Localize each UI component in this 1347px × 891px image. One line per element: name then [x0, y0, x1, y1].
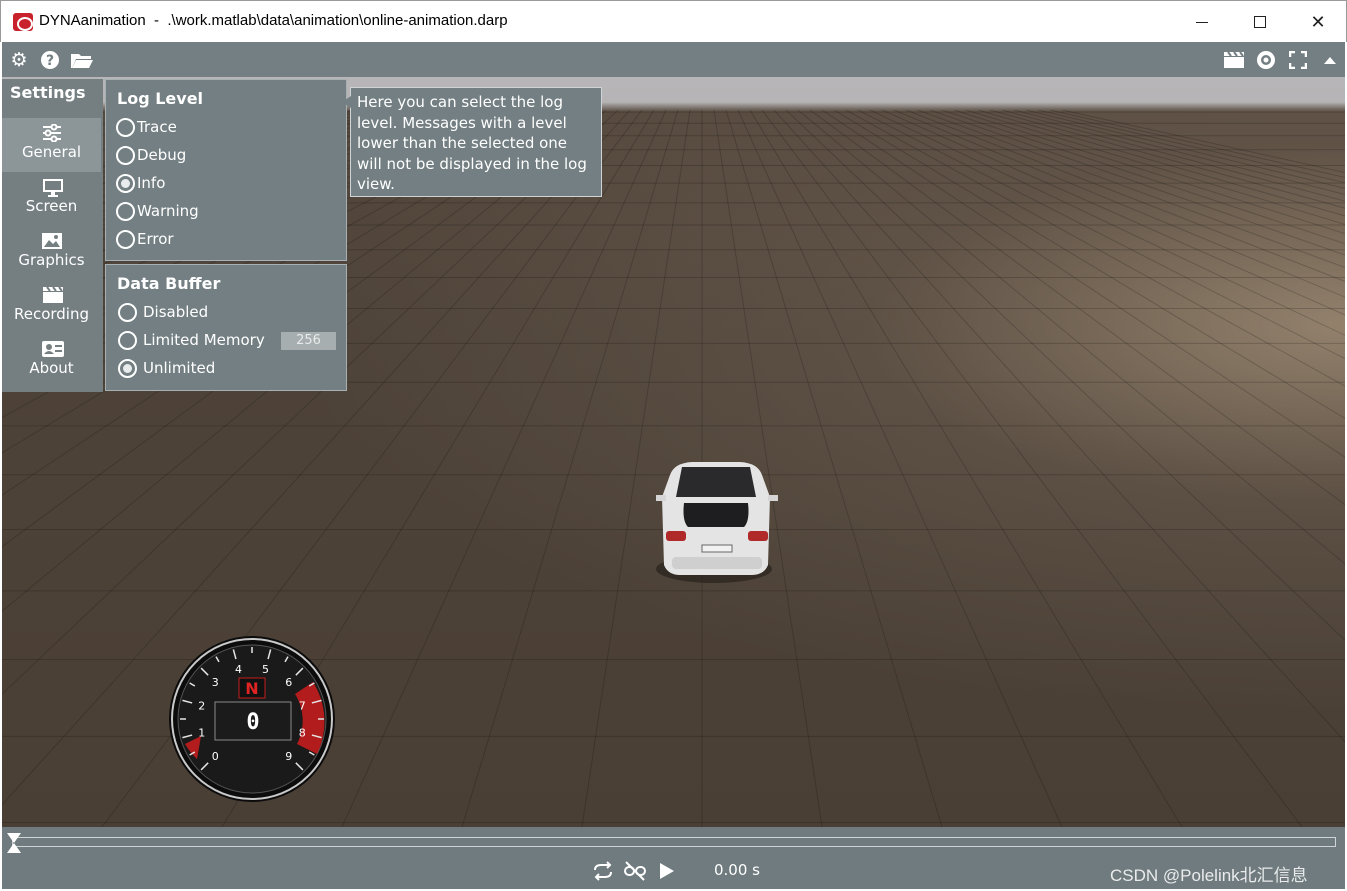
- radio-label: Warning: [137, 202, 199, 220]
- timeline-handle[interactable]: [6, 832, 22, 854]
- radio-label: Disabled: [143, 303, 209, 321]
- help-icon[interactable]: ?: [38, 48, 62, 72]
- radio-log-debug[interactable]: Debug: [116, 144, 186, 166]
- radio-button[interactable]: [116, 201, 135, 221]
- gauge-tick-label: 3: [212, 676, 219, 689]
- gear-indicator: N: [245, 679, 258, 698]
- window-titlebar: DYNAanimation - .\work.matlab\data\anima…: [0, 0, 1347, 42]
- radio-label: Debug: [137, 146, 187, 164]
- unlink-icon[interactable]: [622, 860, 648, 882]
- radio-log-warning[interactable]: Warning: [116, 200, 199, 222]
- radio-button[interactable]: [116, 145, 135, 165]
- time-readout: 0.00 s: [714, 861, 760, 879]
- id-card-icon: [41, 340, 64, 358]
- vehicle-model: [656, 462, 778, 583]
- gauge-tick-label: 0: [212, 750, 219, 763]
- clapperboard-icon[interactable]: [1222, 48, 1246, 72]
- radio-buffer-limited[interactable]: Limited Memory: [118, 329, 265, 351]
- radio-buffer-unlimited[interactable]: Unlimited: [118, 357, 215, 379]
- window-title: DYNAanimation - .\work.matlab\data\anima…: [39, 12, 508, 29]
- gauge-tick-label: 7: [299, 700, 306, 713]
- fullscreen-icon[interactable]: [1286, 48, 1310, 72]
- radio-log-info[interactable]: Info: [116, 172, 165, 194]
- app-logo-icon: [13, 13, 33, 31]
- radio-button[interactable]: [116, 229, 135, 249]
- radio-label: Error: [137, 230, 174, 248]
- radio-buffer-disabled[interactable]: Disabled: [118, 301, 208, 323]
- nav-item-general[interactable]: General: [2, 118, 101, 172]
- timeline-slider[interactable]: [12, 837, 1336, 847]
- radio-button[interactable]: [118, 302, 137, 322]
- nav-label-graphics: Graphics: [18, 251, 85, 269]
- settings-title: Settings: [2, 79, 103, 114]
- radio-button[interactable]: [116, 117, 135, 137]
- maximize-button[interactable]: [1231, 1, 1289, 43]
- monitor-icon: [42, 178, 63, 197]
- nav-label-general: General: [21, 143, 82, 161]
- rpm-gauge: 01234 56789 N 0: [169, 636, 335, 802]
- minimize-button[interactable]: [1173, 1, 1231, 43]
- clapperboard-icon: [42, 286, 63, 304]
- gauge-tick-label: 6: [285, 676, 292, 689]
- radio-label: Limited Memory: [143, 331, 265, 349]
- radio-label: Trace: [137, 118, 177, 136]
- data-buffer-panel: Data Buffer Disabled Limited Memory 256 …: [105, 264, 347, 391]
- gauge-tick-label: 9: [285, 750, 292, 763]
- nav-label-about: About: [29, 359, 74, 377]
- nav-item-screen[interactable]: Screen: [2, 172, 101, 226]
- folder-open-icon[interactable]: [70, 48, 94, 72]
- radio-label: Unlimited: [143, 359, 216, 377]
- animation-viewport[interactable]: ⚙ ? Settings General Screen Graphics Rec…: [2, 42, 1345, 827]
- nav-item-about[interactable]: About: [2, 334, 101, 388]
- log-level-title: Log Level: [117, 89, 204, 108]
- gauge-tick-label: 2: [198, 700, 205, 713]
- gear-icon[interactable]: ⚙: [7, 48, 31, 72]
- radio-button-checked[interactable]: [118, 358, 137, 378]
- radio-log-trace[interactable]: Trace: [116, 116, 177, 138]
- svg-text:?: ?: [46, 53, 54, 69]
- close-button[interactable]: ✕: [1289, 1, 1347, 43]
- nav-label-recording: Recording: [13, 305, 90, 323]
- nav-label-screen: Screen: [25, 197, 78, 215]
- loop-icon[interactable]: [590, 860, 616, 882]
- speed-display: 0: [246, 710, 259, 735]
- playback-bar: 0.00 s CSDN @Polelink北汇信息: [2, 827, 1345, 889]
- limited-memory-input[interactable]: 256: [281, 332, 336, 350]
- log-level-tooltip: Here you can select the log level. Messa…: [342, 87, 602, 197]
- radio-button-checked[interactable]: [116, 173, 135, 193]
- sliders-icon: [42, 123, 62, 143]
- radio-button[interactable]: [118, 330, 137, 350]
- top-toolbar: ⚙ ?: [2, 42, 1345, 77]
- radio-label: Info: [137, 174, 166, 192]
- play-icon[interactable]: [654, 860, 680, 882]
- nav-item-graphics[interactable]: Graphics: [2, 226, 101, 280]
- eye-icon[interactable]: [1254, 48, 1278, 72]
- data-buffer-title: Data Buffer: [117, 274, 221, 293]
- gauge-tick-label: 1: [198, 726, 205, 739]
- gauge-tick-label: 5: [262, 663, 269, 676]
- log-level-panel: Log Level Trace Debug Info Warning Error: [105, 79, 347, 261]
- image-icon: [41, 232, 62, 250]
- nav-item-recording[interactable]: Recording: [2, 280, 101, 334]
- radio-log-error[interactable]: Error: [116, 228, 174, 250]
- watermark: CSDN @Polelink北汇信息: [1110, 866, 1308, 885]
- settings-nav: General Screen Graphics Recording About: [2, 114, 103, 392]
- gauge-tick-label: 4: [235, 663, 242, 676]
- gauge-tick-label: 8: [299, 726, 306, 739]
- collapse-up-icon[interactable]: [1318, 48, 1342, 72]
